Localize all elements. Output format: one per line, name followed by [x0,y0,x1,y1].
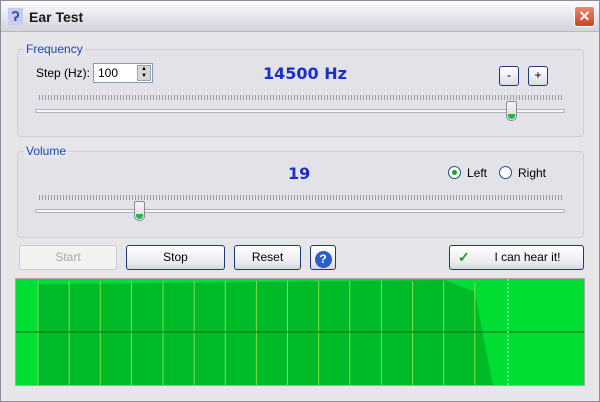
response-area [38,280,493,385]
help-button[interactable]: ? [310,245,336,270]
i-can-hear-it-button[interactable]: ✓ I can hear it! [449,245,584,270]
help-icon: ? [314,251,332,268]
volume-display: 19 [288,164,311,183]
ear-test-window: ʔ Ear Test ✕ Frequency Step (Hz): 100 ▲ ▼… [0,0,600,402]
spin-arrows-icon[interactable]: ▲ ▼ [137,65,151,81]
volume-slider-track[interactable] [35,209,565,213]
stop-button[interactable]: Stop [126,245,225,270]
frequency-slider-ticks [39,95,563,100]
frequency-slider-track[interactable] [35,109,565,113]
step-input[interactable]: 100 [98,66,118,80]
frequency-group-label: Frequency [24,42,85,56]
volume-slider-thumb[interactable] [133,201,145,221]
frequency-display: 14500 Hz [263,64,347,83]
reset-button[interactable]: Reset [234,245,301,270]
left-radio-label[interactable]: Left [467,166,487,180]
ear-icon: ʔ [8,8,23,25]
window-title: Ear Test [29,9,84,25]
step-label: Step (Hz): [36,66,91,80]
volume-slider-ticks [39,195,563,200]
checkmark-icon: ✓ [458,249,470,265]
title-bar[interactable]: ʔ Ear Test ✕ [1,1,599,32]
frequency-decrease-button[interactable]: - [499,66,519,86]
frequency-increase-button[interactable]: + [528,66,548,86]
frequency-slider-thumb[interactable] [505,101,517,121]
graph-canvas [16,279,584,385]
i-can-hear-it-label: I can hear it! [494,250,561,264]
step-spinner[interactable]: 100 ▲ ▼ [93,63,153,83]
start-button[interactable]: Start [19,245,117,270]
left-radio[interactable] [448,166,461,179]
right-radio[interactable] [499,166,512,179]
frequency-response-graph [15,278,585,386]
volume-group-label: Volume [24,144,69,158]
right-radio-label[interactable]: Right [518,166,546,180]
close-button[interactable]: ✕ [574,6,595,27]
